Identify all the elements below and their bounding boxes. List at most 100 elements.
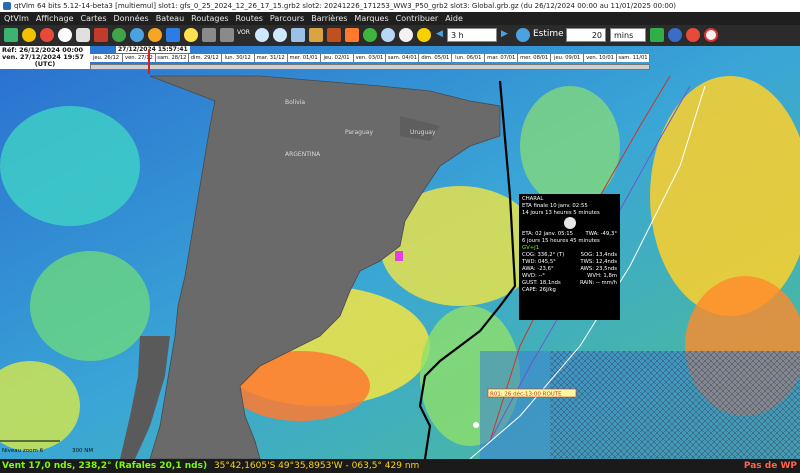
menu-marques[interactable]: Marques bbox=[354, 14, 388, 23]
status-waypoint: Pas de WP bbox=[743, 461, 797, 471]
arrow-up-icon[interactable] bbox=[327, 28, 341, 42]
timeline-days[interactable]: jeu. 26/12 ven. 27/12 sam. 28/12 dim. 29/12… bbox=[90, 54, 650, 62]
menu-qtvlm[interactable]: QtVlm bbox=[4, 14, 29, 23]
popup-twd: TWD: 045,5° bbox=[522, 259, 556, 265]
pinpoint-a2-icon[interactable] bbox=[220, 28, 234, 42]
timeline-day[interactable]: lun. 06/01 bbox=[452, 54, 486, 62]
popup-duration2: 6 jours 15 heures 45 minutes bbox=[522, 238, 600, 244]
map-label-uruguay: Uruguay bbox=[410, 129, 436, 136]
cycle-icon[interactable] bbox=[381, 28, 395, 42]
scale-distance-label: 300 NM bbox=[72, 448, 93, 454]
back-arrow-icon[interactable] bbox=[4, 28, 18, 42]
refresh-icon[interactable] bbox=[363, 28, 377, 42]
record-icon[interactable] bbox=[94, 28, 108, 42]
menu-contribuer[interactable]: Contribuer bbox=[396, 14, 439, 23]
toolbar: VOR ◀ 3 h ▶ Estime 20 mins bbox=[0, 25, 800, 46]
popup-eta-final: ETA finale 10 janv. 02:55 bbox=[522, 203, 588, 209]
timeline-day[interactable]: ven. 03/01 bbox=[353, 54, 387, 62]
menu-affichage[interactable]: Affichage bbox=[36, 14, 74, 23]
sun-small-icon[interactable] bbox=[417, 28, 431, 42]
timeline-day[interactable]: mer. 01/01 bbox=[287, 54, 321, 62]
popup-eta-point: ETA: 02 janv. 05:15 bbox=[522, 231, 574, 237]
timeline-day[interactable]: sam. 11/01 bbox=[617, 54, 650, 62]
lifebuoy-red-icon[interactable] bbox=[40, 28, 54, 42]
clock-icon[interactable] bbox=[58, 28, 72, 42]
timeline-track[interactable] bbox=[90, 64, 650, 70]
info-blue-icon[interactable] bbox=[668, 28, 682, 42]
weather-map[interactable]: R01: 26 déc-13:00 ROUTE Bolivia Paraguay… bbox=[0, 46, 800, 459]
zoom-in-icon[interactable] bbox=[255, 28, 269, 42]
menu-bateau[interactable]: Bateau bbox=[156, 14, 184, 23]
globe-icon[interactable] bbox=[130, 28, 144, 42]
boat-position-marker[interactable] bbox=[395, 251, 403, 261]
water-icon[interactable] bbox=[166, 28, 180, 42]
waypoint-marker[interactable] bbox=[473, 422, 479, 428]
timeline-day[interactable]: ven. 10/01 bbox=[584, 54, 617, 62]
timeline-day[interactable]: ven. 27/12 bbox=[122, 54, 156, 62]
map-canvas[interactable]: R01: 26 déc-13:00 ROUTE Bolivia Paraguay… bbox=[0, 46, 800, 459]
popup-gust: GUST: 18,1nds bbox=[522, 280, 561, 286]
timeline-day[interactable]: sam. 28/12 bbox=[155, 54, 189, 62]
popup-aws: AWS: 23,5nds bbox=[580, 266, 617, 272]
estime-value-input[interactable]: 20 bbox=[566, 28, 606, 42]
popup-compass-area bbox=[522, 217, 617, 231]
menu-parcours[interactable]: Parcours bbox=[270, 14, 304, 23]
popup-boat-name: CHARAL bbox=[522, 196, 544, 202]
wind-compass-icon bbox=[563, 217, 576, 229]
measure-icon[interactable] bbox=[345, 28, 359, 42]
timeline-day[interactable]: jeu. 02/01 bbox=[320, 54, 354, 62]
next-step-icon[interactable]: ▶ bbox=[501, 29, 508, 39]
estime-label: Estime bbox=[533, 29, 564, 39]
sun-icon[interactable] bbox=[148, 28, 162, 42]
compass-green-icon[interactable] bbox=[112, 28, 126, 42]
timeline-cursor[interactable] bbox=[148, 50, 150, 74]
timeline-day[interactable]: sam. 04/01 bbox=[386, 54, 420, 62]
menu-cartes[interactable]: Cartes bbox=[81, 14, 107, 23]
lightbulb-icon[interactable] bbox=[184, 28, 198, 42]
menu-barrieres[interactable]: Barrières bbox=[311, 14, 347, 23]
time-slider[interactable]: 27/12/2024 15:57:41 jeu. 26/12 ven. 27/12… bbox=[90, 46, 650, 76]
menu-routes[interactable]: Routes bbox=[236, 14, 263, 23]
prev-step-icon[interactable]: ◀ bbox=[436, 29, 443, 39]
pinpoint-a1-icon[interactable] bbox=[202, 28, 216, 42]
flag-grid-icon[interactable] bbox=[76, 28, 90, 42]
vor-label[interactable]: VOR bbox=[237, 29, 250, 36]
status-wind: Vent 17,0 nds, 238,2° (Rafales 20,1 nds) bbox=[2, 461, 208, 471]
timeline-day[interactable]: jeu. 09/01 bbox=[551, 54, 585, 62]
grid-icon[interactable] bbox=[309, 28, 323, 42]
app-icon bbox=[3, 2, 11, 10]
window-title: qtVlm 64 bits 5.12-14-beta3 [multiemul] … bbox=[14, 2, 677, 10]
timeline-day[interactable]: mar. 31/12 bbox=[254, 54, 288, 62]
map-label-paraguay: Paraguay bbox=[345, 129, 373, 136]
popup-cape: CAPE: 26J/kg bbox=[522, 287, 556, 293]
boat-sail-icon[interactable] bbox=[22, 28, 36, 42]
ice-zone-hatch bbox=[550, 351, 800, 459]
boat-info-popup: CHARAL ETA finale 10 janv. 02:55 14 jour… bbox=[519, 194, 620, 320]
grib-timezone: (UTC) bbox=[34, 60, 56, 68]
timeline-current-label: 27/12/2024 15:57:41 bbox=[116, 46, 190, 53]
route-tag-text: R01: 26 déc-13:00 ROUTE bbox=[490, 391, 562, 398]
lifebuoy-icon[interactable] bbox=[704, 28, 718, 42]
zoom-fit-icon[interactable] bbox=[291, 28, 305, 42]
grib-date-panel: Réf: 26/12/2024 00:00 ven. 27/12/2024 19… bbox=[0, 46, 90, 69]
popup-twa: TWA: -49,3° bbox=[585, 231, 617, 237]
popup-sail: GV+J1 bbox=[522, 245, 540, 251]
play-icon[interactable] bbox=[516, 28, 530, 42]
popup-eta-duration: 14 jours 13 heures 5 minutes bbox=[522, 210, 600, 216]
target-icon[interactable] bbox=[686, 28, 700, 42]
timeline-day[interactable]: mar. 07/01 bbox=[485, 54, 519, 62]
timeline-day[interactable]: jeu. 26/12 bbox=[90, 54, 123, 62]
menu-aide[interactable]: Aide bbox=[445, 14, 463, 23]
estime-unit-select[interactable]: mins bbox=[610, 28, 646, 42]
timeline-day[interactable]: dim. 29/12 bbox=[188, 54, 222, 62]
timeline-day[interactable]: mer. 08/01 bbox=[518, 54, 552, 62]
timeline-day[interactable]: dim. 05/01 bbox=[419, 54, 453, 62]
wheel-icon[interactable] bbox=[399, 28, 413, 42]
zoom-out-icon[interactable] bbox=[273, 28, 287, 42]
menu-routages[interactable]: Routages bbox=[191, 14, 228, 23]
window-titlebar: qtVlm 64 bits 5.12-14-beta3 [multiemul] … bbox=[0, 0, 800, 12]
time-step-select[interactable]: 3 h bbox=[447, 28, 497, 42]
timeline-day[interactable]: lun. 30/12 bbox=[221, 54, 255, 62]
menu-donnees[interactable]: Données bbox=[114, 14, 149, 23]
alarm-icon[interactable] bbox=[650, 28, 664, 42]
